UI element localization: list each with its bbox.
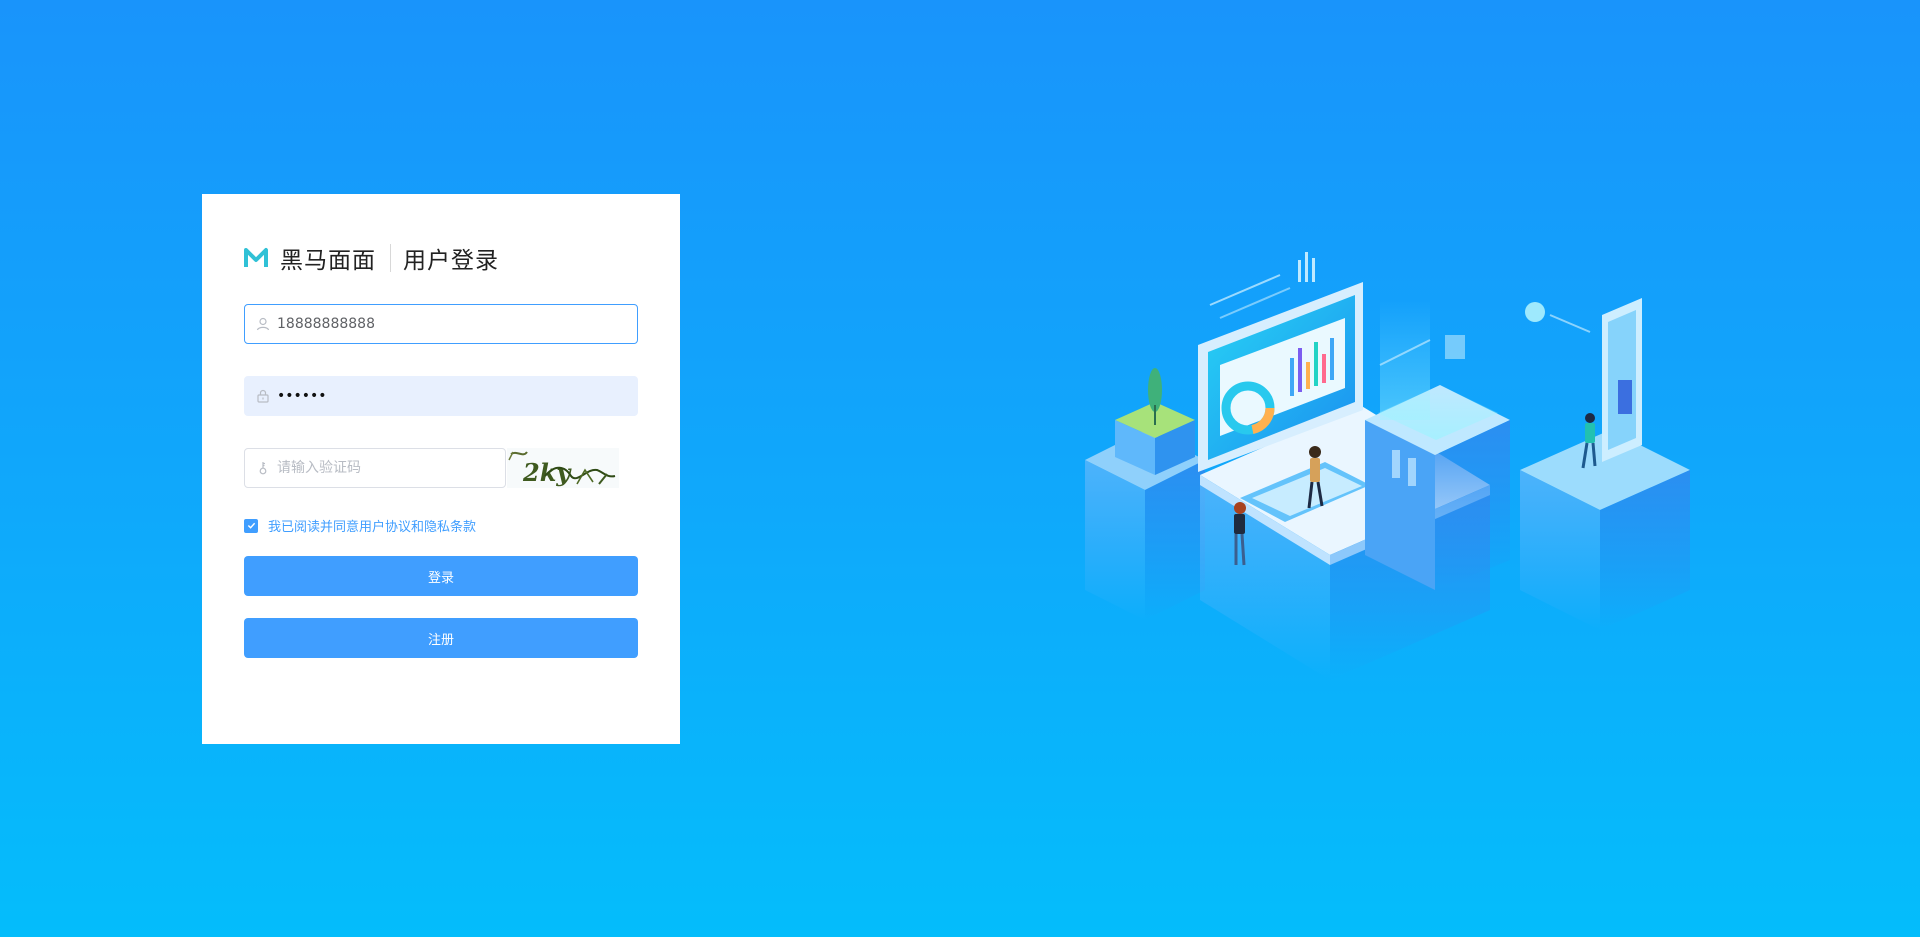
login-button[interactable]: 登录	[244, 556, 638, 596]
lock-icon	[256, 389, 270, 403]
card-header: 黑马面面 用户登录	[244, 242, 499, 274]
page-title: 用户登录	[403, 248, 499, 274]
username-field[interactable]	[244, 304, 638, 344]
user-icon	[256, 317, 270, 331]
password-field[interactable]	[244, 376, 638, 416]
isometric-dashboard-illustration	[1085, 252, 1690, 680]
captcha-image[interactable]: 2ky	[507, 448, 619, 488]
password-input[interactable]	[277, 378, 617, 414]
agreement-checkbox[interactable]: 我已阅读并同意用户协议和隐私条款	[244, 516, 476, 535]
login-card: 黑马面面 用户登录 2ky 我已阅读	[202, 194, 680, 744]
register-button[interactable]: 注册	[244, 618, 638, 658]
m-logo-icon	[244, 248, 268, 267]
agreement-label[interactable]: 我已阅读并同意用户协议和隐私条款	[268, 516, 476, 535]
key-icon	[256, 461, 270, 475]
check-icon[interactable]	[244, 518, 258, 533]
username-input[interactable]	[277, 306, 617, 342]
captcha-input[interactable]	[277, 450, 497, 486]
captcha-field[interactable]	[244, 448, 506, 488]
header-divider	[390, 244, 391, 272]
brand-name: 黑马面面	[280, 248, 376, 274]
